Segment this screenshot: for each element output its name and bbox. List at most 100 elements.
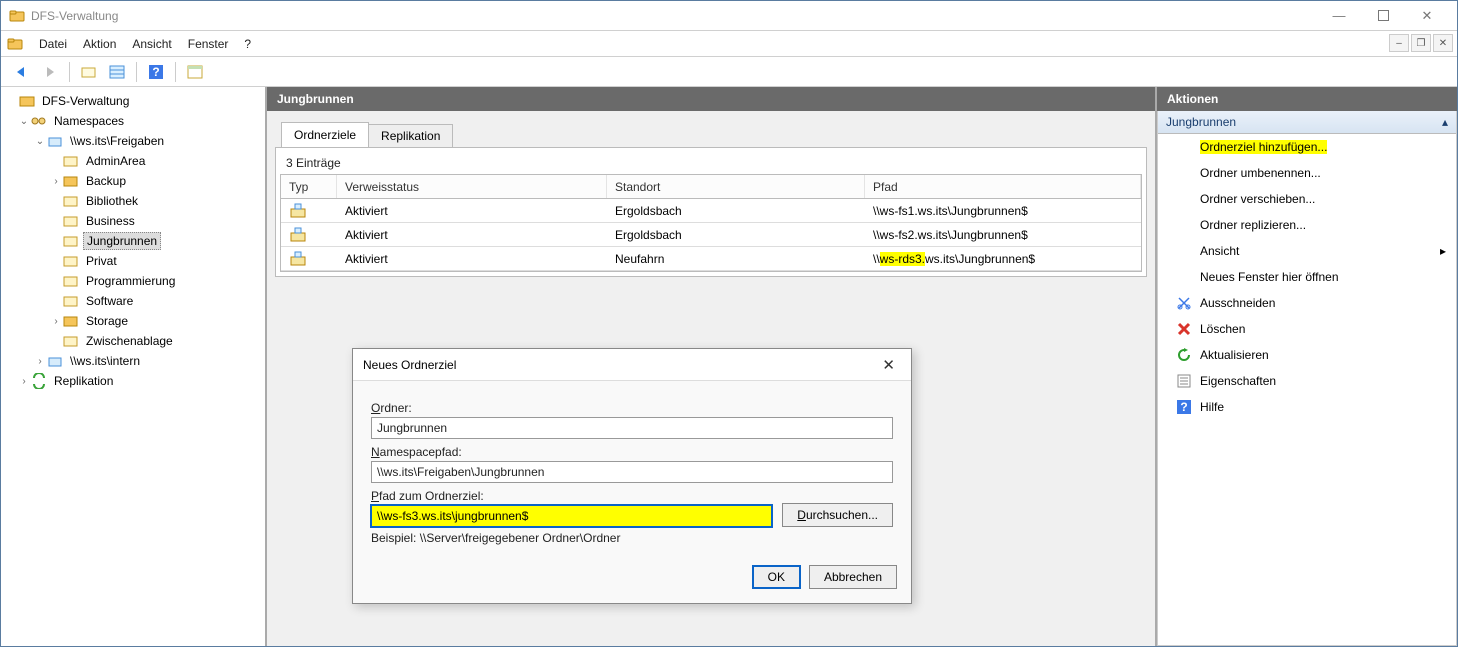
toolbar-grid-button[interactable] (104, 60, 130, 84)
mdi-close[interactable]: ✕ (1433, 34, 1453, 52)
actions-section-header[interactable]: Jungbrunnen ▴ (1158, 111, 1456, 134)
tree-item-jungbrunnen[interactable]: Jungbrunnen (3, 231, 263, 251)
tree-replikation[interactable]: › Replikation (3, 371, 263, 391)
col-typ[interactable]: Typ (281, 175, 337, 198)
toolbar-help-button[interactable]: ? (143, 60, 169, 84)
back-button[interactable] (9, 60, 35, 84)
minimize-button[interactable]: — (1317, 2, 1361, 30)
grid-row[interactable]: Aktiviert Neufahrn \\ws-rds3.ws.its\Jung… (281, 247, 1141, 271)
tree-item-backup[interactable]: › Backup (3, 171, 263, 191)
expand-icon[interactable]: › (49, 176, 63, 187)
dialog-footer: OK Abbrechen (353, 555, 911, 603)
collapse-icon: ▴ (1442, 115, 1448, 129)
expand-icon[interactable]: › (17, 376, 31, 387)
svg-text:?: ? (152, 65, 159, 79)
grid-row[interactable]: Aktiviert Ergoldsbach \\ws-fs2.ws.its\Ju… (281, 223, 1141, 247)
menu-fenster[interactable]: Fenster (180, 34, 237, 54)
mdi-minimize[interactable]: – (1389, 34, 1409, 52)
window-controls: — ✕ (1317, 2, 1449, 30)
cancel-button[interactable]: Abbrechen (809, 565, 897, 589)
tree-root[interactable]: DFS-Verwaltung (3, 91, 263, 111)
toolbar-folder-button[interactable] (76, 60, 102, 84)
ok-button[interactable]: OK (752, 565, 801, 589)
col-standort[interactable]: Standort (607, 175, 865, 198)
cell-status: Aktiviert (337, 252, 607, 266)
action-rename[interactable]: Ordner umbenennen... (1158, 160, 1456, 186)
tree-item-bibliothek[interactable]: Bibliothek (3, 191, 263, 211)
action-delete[interactable]: Löschen (1158, 316, 1456, 342)
expand-icon[interactable]: › (33, 356, 47, 367)
action-add-target[interactable]: Ordnerziel hinzufügen... (1158, 134, 1456, 160)
close-button[interactable]: ✕ (1405, 2, 1449, 30)
tree-item-business[interactable]: Business (3, 211, 263, 231)
tree-pane[interactable]: DFS-Verwaltung ⌄ Namespaces ⌄ \\ws.its\F… (1, 87, 267, 646)
expand-icon[interactable]: › (49, 316, 63, 327)
titlebar: DFS-Verwaltung — ✕ (1, 1, 1457, 31)
expand-icon[interactable]: ⌄ (17, 116, 31, 127)
content-header: Jungbrunnen (267, 87, 1155, 111)
action-help[interactable]: ?Hilfe (1158, 394, 1456, 420)
dialog-titlebar[interactable]: Neues Ordnerziel ✕ (353, 349, 911, 381)
blank-icon (1176, 217, 1192, 233)
cell-path: \\ws-fs1.ws.its\Jungbrunnen$ (865, 204, 1141, 218)
cell-location: Neufahrn (607, 252, 865, 266)
refresh-icon (1176, 347, 1192, 363)
help-icon: ? (1176, 399, 1192, 415)
action-replicate[interactable]: Ordner replizieren... (1158, 212, 1456, 238)
namespace-icon (47, 133, 63, 149)
folder-icon (63, 233, 79, 249)
action-properties[interactable]: Eigenschaften (1158, 368, 1456, 394)
col-verweis[interactable]: Verweisstatus (337, 175, 607, 198)
nspath-label: Namespacepfad: (371, 445, 893, 459)
tree-label: \\ws.its\intern (67, 353, 143, 369)
tree-item-privat[interactable]: Privat (3, 251, 263, 271)
tab-ordnerziele[interactable]: Ordnerziele (281, 122, 369, 147)
toolbar-calendar-button[interactable] (182, 60, 208, 84)
action-view[interactable]: Ansicht▸ (1158, 238, 1456, 264)
replication-icon (31, 373, 47, 389)
mdi-restore[interactable]: ❐ (1411, 34, 1431, 52)
tree-namespace-freigaben[interactable]: ⌄ \\ws.its\Freigaben (3, 131, 263, 151)
tree-item-storage[interactable]: ›Storage (3, 311, 263, 331)
properties-icon (1176, 373, 1192, 389)
cell-path: \\ws-fs2.ws.its\Jungbrunnen$ (865, 228, 1141, 242)
actions-pane: Aktionen Jungbrunnen ▴ Ordnerziel hinzuf… (1157, 87, 1457, 646)
tree-namespaces[interactable]: ⌄ Namespaces (3, 111, 263, 131)
grid-header: Typ Verweisstatus Standort Pfad (281, 175, 1141, 199)
target-path-field[interactable] (371, 505, 772, 527)
grid-row[interactable]: Aktiviert Ergoldsbach \\ws-fs1.ws.its\Ju… (281, 199, 1141, 223)
col-pfad[interactable]: Pfad (865, 175, 1141, 198)
tree-label: \\ws.its\Freigaben (67, 133, 167, 149)
actions-body: Jungbrunnen ▴ Ordnerziel hinzufügen... O… (1157, 111, 1457, 646)
tab-replikation[interactable]: Replikation (368, 124, 453, 147)
tree-item-programmierung[interactable]: Programmierung (3, 271, 263, 291)
tree-label: Programmierung (83, 273, 178, 289)
browse-button[interactable]: Durchsuchen... (782, 503, 893, 527)
tree-item-zwischenablage[interactable]: Zwischenablage (3, 331, 263, 351)
tree-label: Backup (83, 173, 129, 189)
action-cut[interactable]: Ausschneiden (1158, 290, 1456, 316)
tree-item-software[interactable]: Software (3, 291, 263, 311)
expand-icon[interactable]: ⌄ (33, 136, 47, 147)
tree-item-adminarea[interactable]: AdminArea (3, 151, 263, 171)
action-new-window[interactable]: Neues Fenster hier öffnen (1158, 264, 1456, 290)
menu-ansicht[interactable]: Ansicht (124, 34, 179, 54)
submenu-arrow-icon: ▸ (1440, 244, 1446, 258)
forward-button[interactable] (37, 60, 63, 84)
action-refresh[interactable]: Aktualisieren (1158, 342, 1456, 368)
folder-icon (63, 213, 79, 229)
tree-namespace-intern[interactable]: › \\ws.its\intern (3, 351, 263, 371)
app-window: DFS-Verwaltung — ✕ Datei Aktion Ansicht … (0, 0, 1458, 647)
blank-icon (1176, 165, 1192, 181)
action-move[interactable]: Ordner verschieben... (1158, 186, 1456, 212)
blank-icon (1176, 269, 1192, 285)
menu-datei[interactable]: Datei (31, 34, 75, 54)
folder-icon (63, 293, 79, 309)
menu-aktion[interactable]: Aktion (75, 34, 124, 54)
entry-count: 3 Einträge (280, 152, 1142, 174)
dialog-title: Neues Ordnerziel (363, 358, 876, 372)
maximize-button[interactable] (1361, 2, 1405, 30)
dialog-close-button[interactable]: ✕ (876, 354, 901, 376)
svg-text:?: ? (1180, 400, 1187, 414)
menu-help[interactable]: ? (236, 34, 259, 54)
